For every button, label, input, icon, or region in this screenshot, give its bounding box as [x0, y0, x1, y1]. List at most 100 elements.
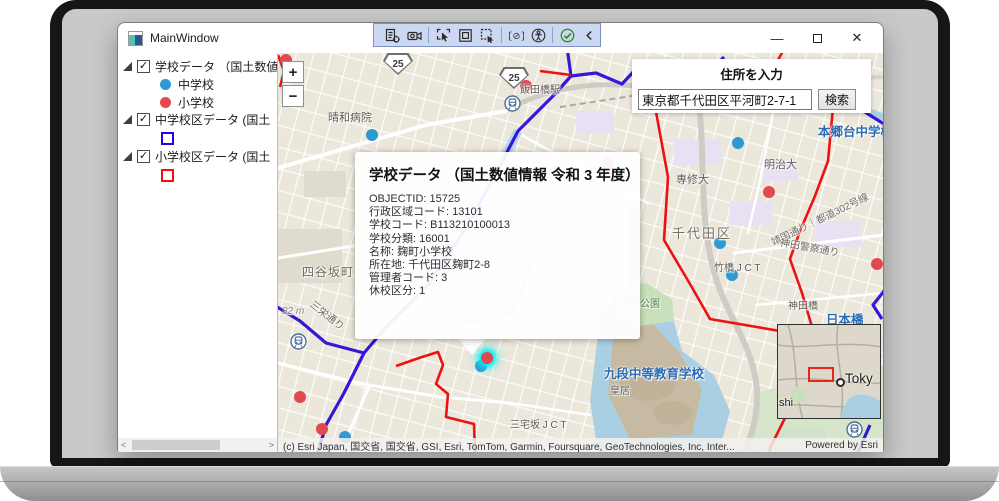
expander-icon[interactable] [123, 152, 132, 161]
popup-fields: OBJECTID: 15725行政区域コード: 13101学校コード: B113… [369, 193, 626, 299]
map-label: 神田橋 [788, 297, 818, 312]
popup-field: 学校コード: B113210100013 [369, 219, 626, 232]
map-label: 明治大 [764, 156, 797, 172]
maximize-button[interactable] [797, 24, 837, 52]
maximize-glyph [813, 34, 822, 43]
overview-inset-map[interactable]: Toky shi [777, 324, 881, 419]
map-label: 竹橋 J C T [714, 259, 760, 274]
layer-label[interactable]: 中学校区データ (国土 [155, 111, 270, 128]
junior-high-marker[interactable] [366, 129, 378, 141]
map-label: 三宅坂 J C T [510, 416, 566, 431]
extent-rectangle [808, 367, 834, 382]
live-visual-tree-icon[interactable] [382, 25, 402, 45]
popup-field: 休校区分: 1 [369, 285, 626, 298]
popup-field: 行政区域コード: 13101 [369, 206, 626, 219]
laptop-base [0, 466, 999, 501]
train-station-icon [290, 333, 307, 350]
elementary-marker[interactable] [294, 391, 306, 403]
popup-field: 管理者コード: 3 [369, 272, 626, 285]
tree-row[interactable]: ✓ 小学校区データ (国土 [118, 148, 277, 165]
map-label: 皇居 [610, 382, 630, 397]
layer-tree: ✓ 学校データ （国土数値中学校小学校 ✓ 中学校区データ (国土 ✓ 小学校区データ (… [118, 53, 277, 185]
legend-label: 中学校 [178, 76, 214, 93]
popup-field: 学校分類: 16001 [369, 233, 626, 246]
layer-label[interactable]: 学校データ （国土数値 [155, 58, 277, 75]
powered-by-esri: Powered by Esri [805, 440, 878, 451]
map-label: 専修大 [676, 171, 709, 187]
titlebar[interactable]: MainWindow [118, 23, 883, 53]
map-label: 本郷台中学校 [818, 121, 883, 140]
tree-row[interactable]: 中学校 [118, 75, 277, 93]
train-station-icon [504, 95, 521, 112]
display-adorners-icon[interactable] [455, 25, 475, 45]
no-issues-check-icon[interactable] [557, 25, 577, 45]
junior-high-marker[interactable] [732, 137, 744, 149]
toolbar-separator [552, 27, 553, 43]
toolbar-separator [501, 27, 502, 43]
layer-checkbox[interactable]: ✓ [137, 60, 150, 73]
elementary-marker[interactable] [316, 423, 328, 435]
zoom-out-button[interactable]: − [282, 85, 304, 107]
layer-checkbox[interactable]: ✓ [137, 150, 150, 163]
attribution-text: (c) Esri Japan, 国交省, 国交省, GSI, Esri, Tom… [283, 438, 735, 453]
zoom-in-button[interactable]: + [282, 61, 304, 83]
accessibility-checker-icon[interactable] [528, 25, 548, 45]
legend-square-icon [161, 169, 174, 182]
tree-row[interactable]: ✓ 中学校区データ (国土 [118, 111, 277, 128]
popup-field: 所在地: 千代田区麹町2-8 [369, 259, 626, 272]
track-focused-element-icon[interactable] [477, 25, 497, 45]
map-label: 千代田区 [672, 223, 732, 242]
search-label: 住所を入力 [632, 64, 871, 83]
legend-dot-icon [160, 79, 171, 90]
scroll-left-arrow[interactable]: < [121, 440, 126, 450]
legend-square-icon [161, 132, 174, 145]
map-label: 晴和病院 [328, 109, 372, 125]
map-label: 32 m [282, 306, 304, 317]
vs-debug-toolbar: {⊘} [373, 23, 601, 47]
elementary-marker[interactable] [763, 186, 775, 198]
main-window: MainWindow [117, 22, 884, 451]
laptop-base-seam [0, 481, 999, 482]
inset-left-label: shi [779, 397, 793, 409]
layer-tree-panel: ✓ 学校データ （国土数値中学校小学校 ✓ 中学校区データ (国土 ✓ 小学校区データ (… [118, 53, 278, 452]
popup-title: 学校データ （国土数値情報 令和 3 年度） [369, 164, 626, 185]
map-canvas[interactable]: 晴和病院四谷坂町32 m三栄通り三宅坂 J C T九段中等教育学校皇居専修大明治… [278, 53, 883, 452]
binding-failures-icon[interactable]: {⊘} [506, 25, 526, 45]
city-marker [836, 378, 845, 387]
map-label: 九段中等教育学校 [604, 363, 704, 382]
tree-row[interactable] [118, 128, 277, 148]
layer-checkbox[interactable]: ✓ [137, 113, 150, 126]
map-label: 飯田橋駅 [520, 81, 560, 96]
address-search-panel: 住所を入力 検索 [632, 59, 871, 113]
zoom-controls: + − [282, 61, 304, 109]
tree-row[interactable]: ✓ 学校データ （国土数値 [118, 58, 277, 75]
laptop-mockup: MainWindow [0, 0, 999, 501]
scrollbar-thumb[interactable] [132, 440, 220, 450]
scroll-right-arrow[interactable]: > [269, 440, 274, 450]
address-input[interactable] [638, 89, 812, 110]
toolbar-separator [428, 27, 429, 43]
tree-row[interactable]: 小学校 [118, 93, 277, 111]
app-icon [128, 31, 143, 46]
expander-icon[interactable] [123, 115, 132, 124]
popup-field: 名称: 麹町小学校 [369, 246, 626, 259]
svg-text:{⊘}: {⊘} [509, 31, 524, 42]
train-station-icon [846, 421, 863, 438]
map-label: 四谷坂町 [302, 263, 354, 280]
city-label: Toky [845, 371, 873, 386]
popup-tail [458, 338, 486, 355]
select-element-icon[interactable] [433, 25, 453, 45]
minimize-button[interactable]: — [757, 24, 797, 52]
collapse-chevron-icon[interactable] [579, 25, 599, 45]
screen-capture-icon[interactable] [404, 25, 424, 45]
attribution-bar: (c) Esri Japan, 国交省, 国交省, GSI, Esri, Tom… [278, 438, 883, 452]
close-button[interactable]: ✕ [837, 24, 877, 52]
elementary-marker[interactable] [871, 258, 883, 270]
tree-row[interactable] [118, 165, 277, 185]
popup-field: OBJECTID: 15725 [369, 193, 626, 206]
layer-label[interactable]: 小学校区データ (国土 [155, 148, 270, 165]
legend-dot-icon [160, 97, 171, 108]
expander-icon[interactable] [123, 62, 132, 71]
horizontal-scrollbar[interactable]: < > [118, 438, 277, 452]
search-button[interactable]: 検索 [818, 89, 856, 110]
